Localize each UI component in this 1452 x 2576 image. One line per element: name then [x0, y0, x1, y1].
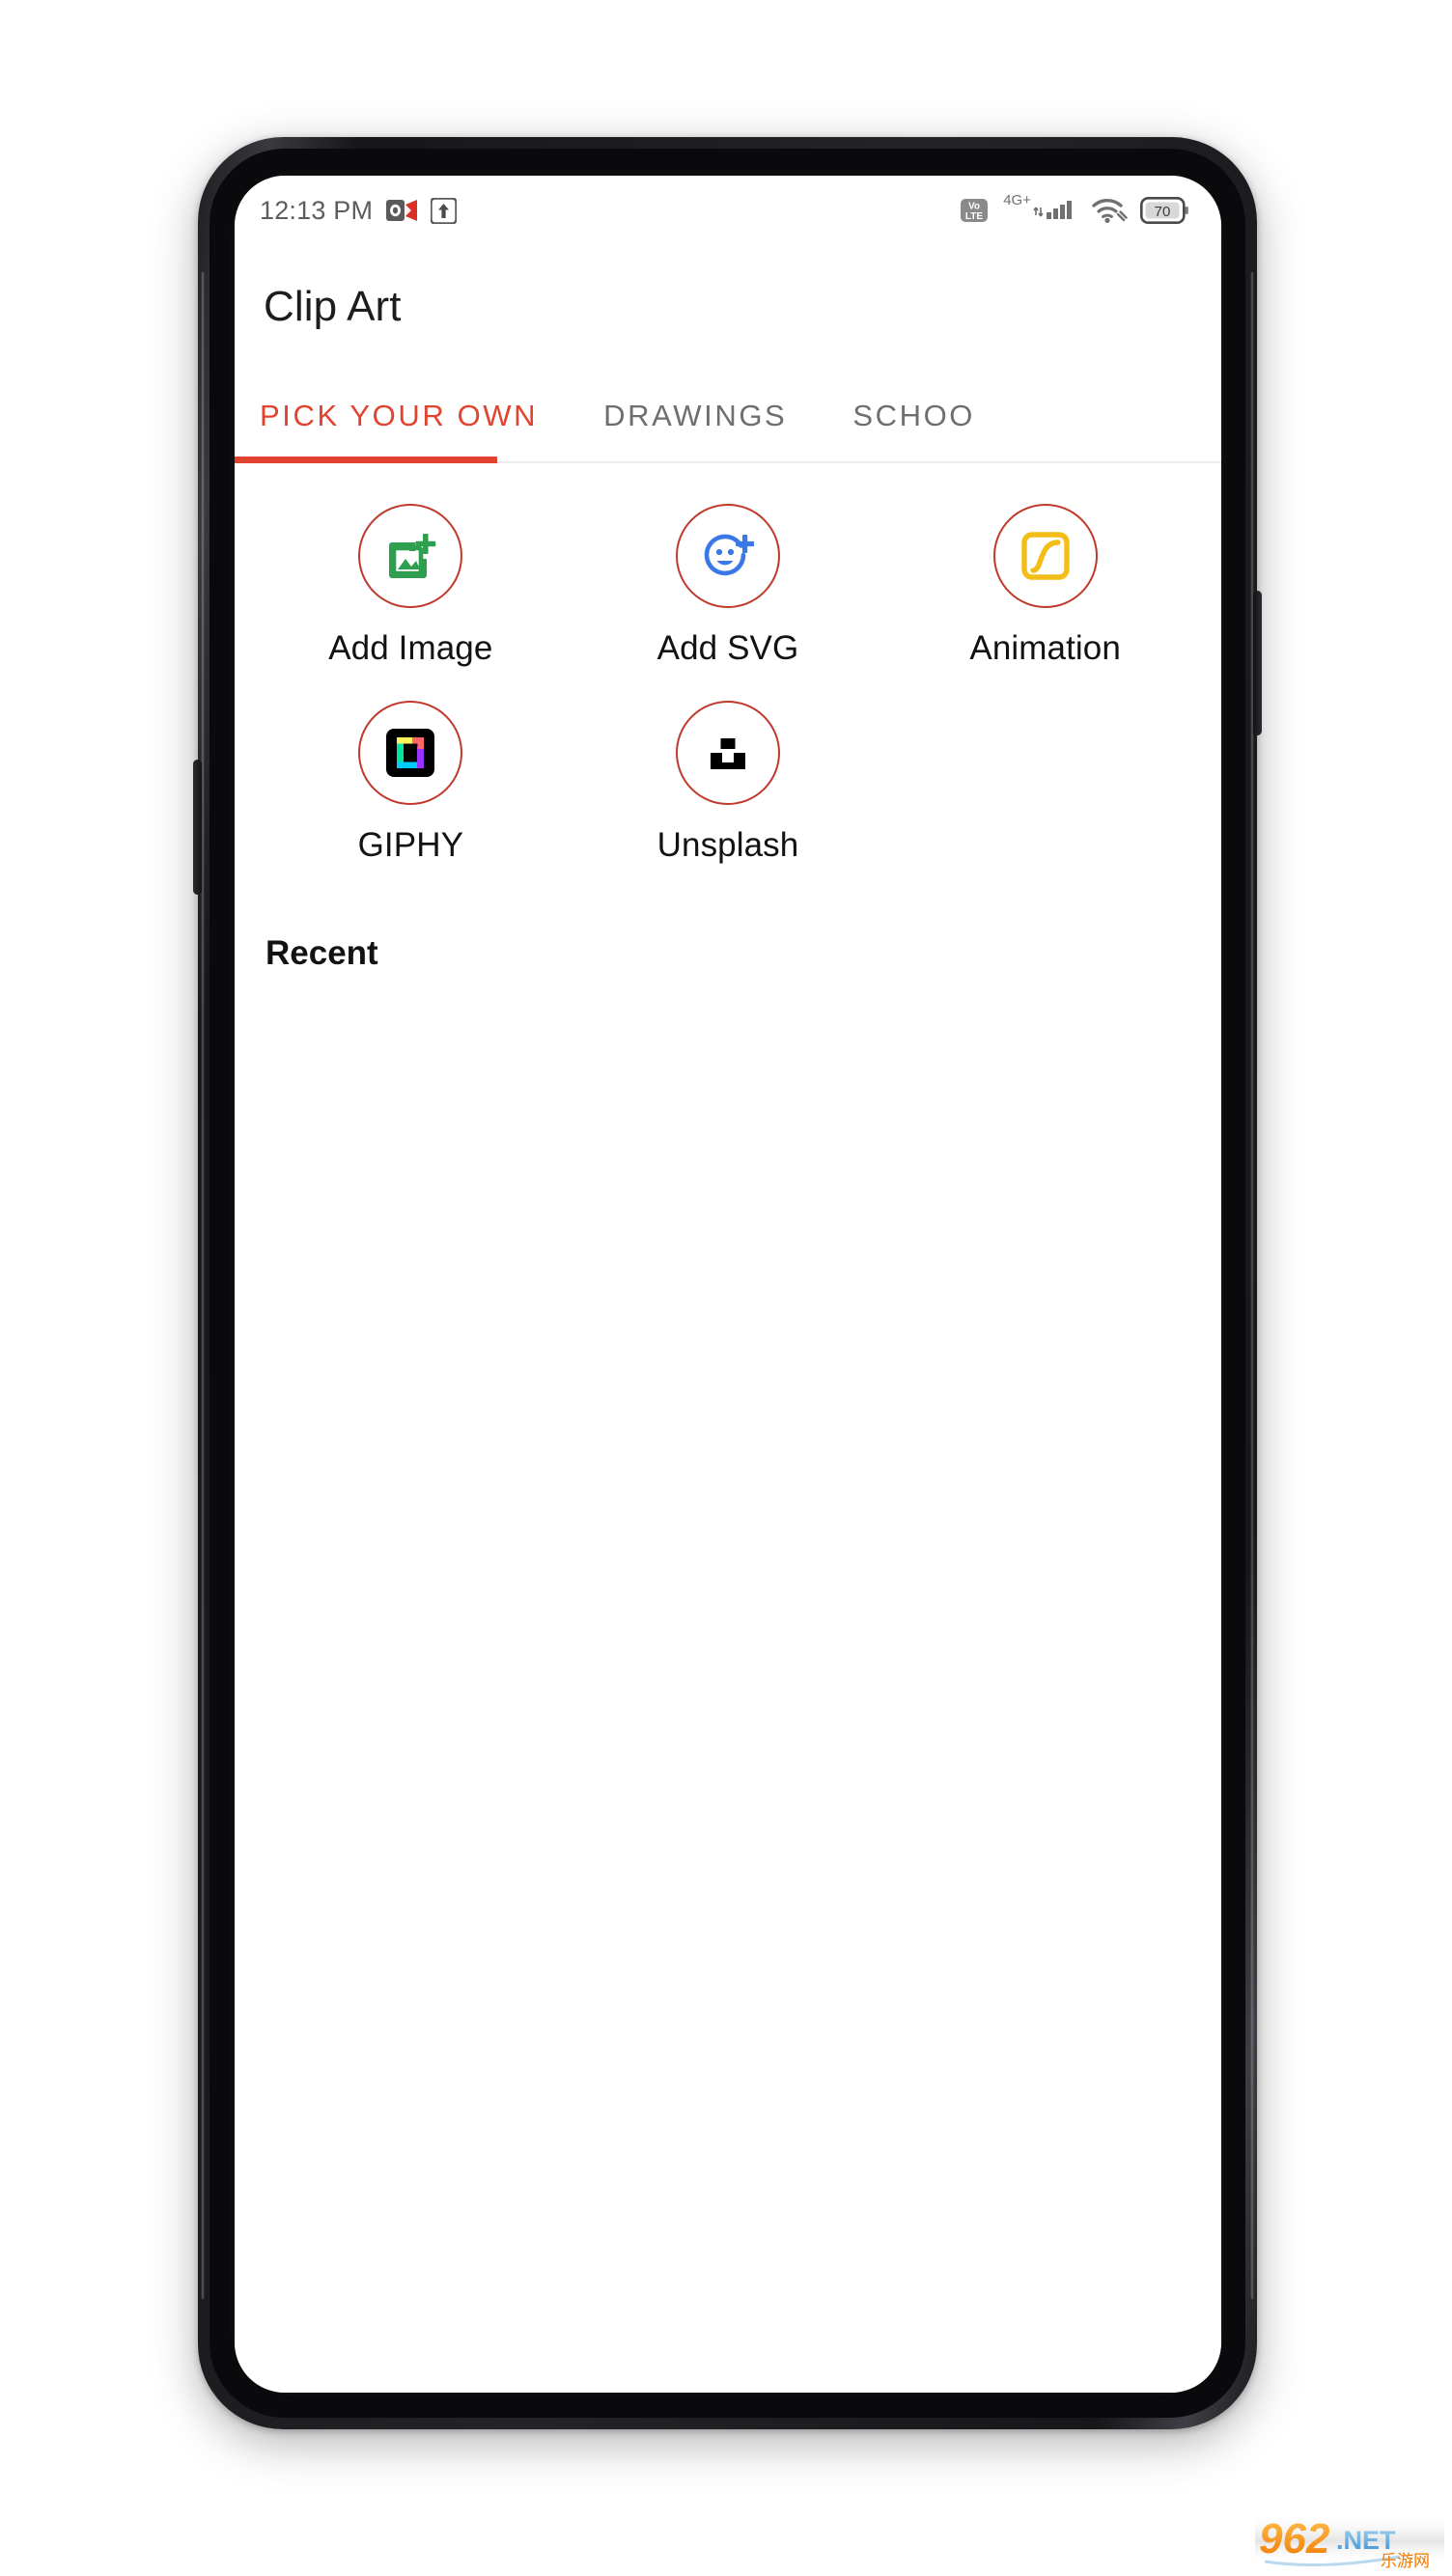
watermark-primary-text: 962 [1259, 2515, 1330, 2562]
tab-bar[interactable]: PICK YOUR OWN DRAWINGS SCHOO [235, 369, 1221, 463]
frame-highlight-left [201, 272, 205, 2299]
screenshot-root: 12:13 PM Vo LTE 4G+ 70 Clip Art PICK YOU… [0, 0, 1452, 2576]
svg-text:LTE: LTE [965, 211, 983, 222]
unsplash-logo-icon [710, 738, 745, 769]
add-image-icon [389, 534, 436, 578]
outlook-icon [386, 200, 418, 221]
status-clock: 12:13 PM [260, 195, 374, 225]
grid-item-label: Add Image [328, 629, 493, 667]
volte-icon: Vo LTE [961, 199, 989, 222]
add-svg-emoji-icon [704, 534, 755, 576]
grid-item-unsplash[interactable]: Unsplash [570, 701, 887, 865]
battery-icon: 70 [1140, 197, 1188, 224]
add-svg-circle[interactable] [675, 504, 780, 608]
animation-circle[interactable] [992, 504, 1098, 608]
cellular-signal-icon: 4G+ [1001, 193, 1078, 225]
battery-level-text: 70 [1155, 204, 1171, 220]
giphy-circle[interactable] [358, 701, 463, 805]
grid-item-animation[interactable]: Animation [886, 504, 1204, 668]
grid-item-empty [886, 701, 1204, 865]
status-bar: 12:13 PM Vo LTE 4G+ 70 [235, 176, 1221, 245]
grid-item-label: Unsplash [656, 826, 799, 864]
phone-screen: 12:13 PM Vo LTE 4G+ 70 Clip Art PICK YOU… [235, 176, 1221, 2393]
animation-curve-icon [1020, 532, 1070, 580]
power-button[interactable] [1253, 591, 1262, 735]
wifi-icon [1092, 199, 1128, 223]
grid-item-add-image[interactable]: Add Image [252, 504, 570, 668]
app-bar: Clip Art [235, 245, 1221, 369]
frame-highlight-right [1250, 272, 1254, 2299]
grid-item-label: Add SVG [656, 629, 799, 667]
signal-bars-icon [1033, 201, 1072, 219]
grid-item-giphy[interactable]: GIPHY [252, 701, 570, 865]
volume-button[interactable] [193, 760, 202, 895]
tab-active-indicator [235, 457, 497, 463]
grid-item-add-svg[interactable]: Add SVG [570, 504, 887, 668]
giphy-logo-icon [386, 729, 435, 777]
tab-drawings[interactable]: DRAWINGS [571, 369, 820, 463]
watermark-suffix-text: .NET [1336, 2526, 1396, 2555]
recent-section-title: Recent [265, 934, 378, 972]
add-image-circle[interactable] [358, 504, 463, 608]
status-bar-right: Vo LTE 4G+ 70 [960, 193, 1188, 225]
recent-items-empty-area [235, 973, 1221, 1842]
unsplash-circle[interactable] [675, 701, 780, 805]
tab-school[interactable]: SCHOO [820, 369, 1008, 463]
svg-text:Vo: Vo [968, 202, 980, 212]
upload-arrow-icon [431, 197, 458, 224]
status-bar-left: 12:13 PM [260, 195, 458, 226]
watermark-secondary-text: 乐游网 [1381, 2552, 1430, 2570]
main-content: Add Image Add SVG Animation GIPHY Unspla… [235, 463, 1221, 2393]
tab-pick-your-own[interactable]: PICK YOUR OWN [260, 369, 571, 463]
site-watermark: 962 .NET 乐游网 [1255, 2507, 1444, 2570]
grid-item-label: Animation [969, 629, 1121, 667]
source-grid: Add Image Add SVG Animation GIPHY Unspla… [235, 463, 1221, 865]
page-title: Clip Art [264, 283, 402, 330]
grid-item-label: GIPHY [357, 826, 464, 864]
